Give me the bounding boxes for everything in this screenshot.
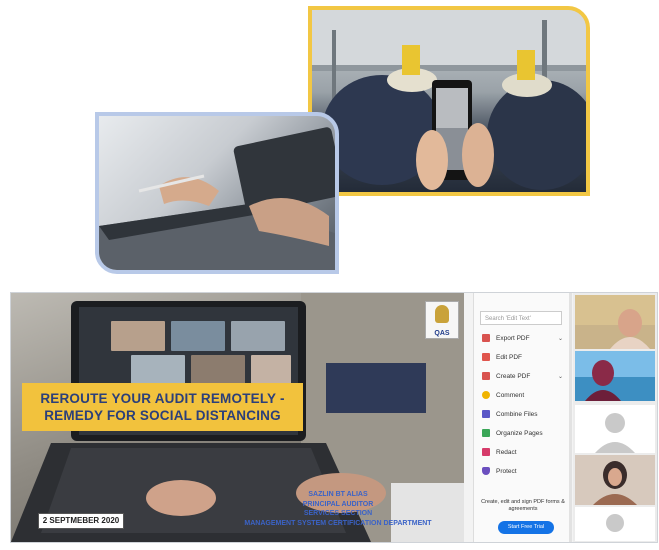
pdf-tool-label: Comment [496,391,525,399]
pdf-tool-label: Edit PDF [496,353,523,361]
video-tile [171,321,225,351]
participant-tile[interactable] [575,455,655,505]
scrollbar[interactable] [569,293,572,542]
participant-tile[interactable] [575,295,655,349]
logo-text: QAS [434,330,450,337]
pdf-tool-label: Redact [496,448,517,456]
pdf-tool-create[interactable]: Create PDF ⌄ [482,369,563,383]
edit-pdf-icon [482,353,490,361]
pdf-search-input[interactable]: Search 'Edit Text' [480,311,562,325]
presenter-title: PRINCIPAL AUDITOR [302,500,374,508]
pdf-tool-label: Create PDF [496,372,531,380]
presenter-info: SAZLIN BT ALIAS PRINCIPAL AUDITOR SERVIC… [218,490,458,528]
headline-line-1: REROUTE YOUR AUDIT REMOTELY - [40,391,285,406]
presenter-section: SERVICES SECTION [303,510,373,517]
create-pdf-icon [482,372,490,380]
video-tile [111,321,165,351]
presentation-slide: REROUTE YOUR AUDIT REMOTELY - REMEDY FOR… [11,293,464,542]
presenter-department: MANAGEMENT SYSTEM CERTIFICATION DEPARTME… [244,519,432,527]
photo-machine-room-phone [308,6,590,196]
pdf-tool-combine[interactable]: Combine Files [482,407,538,421]
pdf-tool-redact[interactable]: Redact [482,445,517,459]
participant-video [593,461,637,505]
pdf-tool-label: Organize Pages [496,429,543,437]
participant-tile[interactable] [575,351,655,401]
chevron-down-icon: ⌄ [558,373,564,380]
avatar-icon [606,514,624,532]
shield-icon [482,467,490,475]
start-free-trial-button[interactable]: Start Free Trial [498,521,554,534]
presenter-name: SAZLIN BT ALIAS [308,491,368,498]
emblem-icon [435,305,449,323]
participant-column [573,293,657,542]
pdf-tool-organize[interactable]: Organize Pages [482,426,543,440]
video-tile [251,355,291,385]
participant-tile[interactable] [575,405,655,453]
organize-pages-icon [482,429,490,437]
export-pdf-icon [482,334,490,342]
combine-files-icon [482,410,490,418]
pdf-tool-export[interactable]: Export PDF ⌄ [482,331,563,345]
pdf-tool-edit[interactable]: Edit PDF [482,350,522,364]
headline-line-2: REMEDY FOR SOCIAL DISTANCING [44,408,281,423]
pdf-tool-label: Export PDF [496,334,530,342]
video-tile [191,355,245,385]
participant-video [575,295,655,349]
pdf-tool-protect[interactable]: Protect [482,464,517,478]
photo-laptop-tablet [95,112,339,274]
comment-icon [482,391,490,399]
pdf-promo-text: Create, edit and sign PDF forms & agreem… [481,499,565,512]
redact-icon [482,448,490,456]
participant-video [575,351,655,401]
video-tile [131,355,185,385]
qas-logo: QAS [425,301,459,339]
laptop-tablet-illustration [99,127,335,270]
chevron-down-icon: ⌄ [558,335,564,342]
pdf-tool-label: Protect [496,467,517,475]
avatar-icon [595,413,635,453]
date-label: 2 SEPTMEBER 2020 [38,513,124,529]
pdf-tools-panel: Search 'Edit Text' Export PDF ⌄ Edit PDF… [473,293,572,542]
pdf-tool-label: Combine Files [496,410,538,418]
meeting-screenshot: REROUTE YOUR AUDIT REMOTELY - REMEDY FOR… [10,292,658,543]
participant-tile[interactable] [575,507,655,541]
pdf-tool-comment[interactable]: Comment [482,388,524,402]
machine-room-illustration [312,10,586,190]
headline-banner: REROUTE YOUR AUDIT REMOTELY - REMEDY FOR… [22,383,303,431]
video-tile [231,321,285,351]
